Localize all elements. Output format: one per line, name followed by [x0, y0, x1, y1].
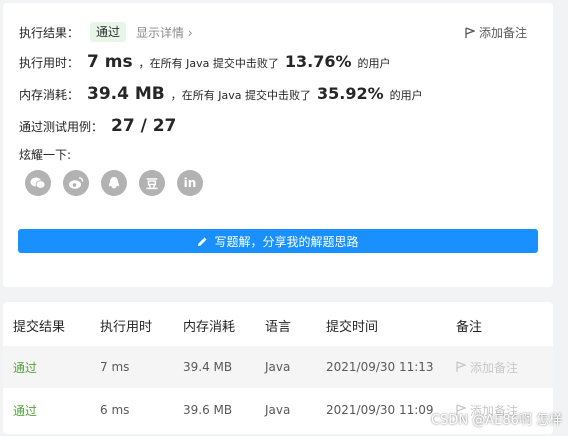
tests-value: 27 / 27	[111, 116, 177, 136]
status-badge: 通过	[90, 22, 127, 42]
table-header: 提交结果 执行用时 内存消耗 语言 提交时间 备注	[3, 304, 553, 346]
runtime-percent: 13.76%	[284, 52, 352, 71]
result-label: 执行结果：	[19, 26, 80, 40]
row-time: 2021/09/30 11:13	[326, 360, 434, 374]
linkedin-icon[interactable]: in	[177, 170, 203, 196]
header-memory: 内存消耗	[183, 319, 236, 335]
watermark: CSDN @AE86啊 怎样	[431, 413, 562, 428]
row-time: 2021/09/30 11:09	[326, 403, 434, 417]
show-details-link[interactable]: 显示详情 ›	[136, 24, 193, 41]
row-language: Java	[265, 403, 291, 417]
table-row[interactable]: 通过 7 ms 39.4 MB Java 2021/09/30 11:13 添加…	[3, 346, 553, 388]
row-status[interactable]: 通过	[13, 402, 37, 419]
runtime-label: 执行用时：	[19, 56, 80, 70]
row-memory: 39.4 MB	[183, 360, 233, 374]
header-status: 提交结果	[13, 319, 66, 335]
runtime-value: 7 ms	[87, 52, 133, 72]
row-status[interactable]: 通过	[13, 359, 37, 376]
add-note-label: 添加备注	[478, 26, 527, 40]
weibo-icon[interactable]	[63, 170, 89, 196]
tests-row: 通过测试用例： 27 / 27	[19, 116, 182, 136]
write-solution-button[interactable]: 写题解，分享我的解题思路	[18, 229, 538, 253]
write-solution-label: 写题解，分享我的解题思路	[214, 234, 359, 249]
memory-row: 内存消耗： 39.4 MB ，在所有 Java 提交中击败了 35.92% 的用…	[19, 84, 423, 104]
row-runtime: 6 ms	[100, 403, 130, 417]
row-add-note-button[interactable]: 添加备注	[456, 359, 518, 376]
runtime-beat-suffix: 的用户	[357, 57, 391, 70]
runtime-beat-prefix: ，在所有 Java 提交中击败了	[138, 57, 279, 70]
memory-beat-suffix: 的用户	[389, 89, 423, 102]
row-runtime: 7 ms	[100, 360, 130, 374]
header-language: 语言	[265, 319, 292, 335]
douban-icon[interactable]: 豆	[139, 170, 165, 196]
memory-label: 内存消耗：	[19, 88, 80, 102]
memory-value: 39.4 MB	[87, 84, 165, 104]
flag-icon	[465, 26, 475, 38]
pencil-icon	[198, 237, 207, 246]
wechat-icon[interactable]	[25, 170, 51, 196]
header-runtime: 执行用时	[100, 319, 153, 335]
qq-icon[interactable]	[101, 170, 127, 196]
add-note-button[interactable]: 添加备注	[465, 24, 527, 41]
memory-beat-prefix: ，在所有 Java 提交中击败了	[170, 89, 311, 102]
row-note-label: 添加备注	[470, 360, 519, 375]
runtime-row: 执行用时： 7 ms ，在所有 Java 提交中击败了 13.76% 的用户	[19, 52, 390, 72]
flag-icon	[456, 361, 466, 372]
header-time: 提交时间	[326, 319, 379, 335]
row-language: Java	[265, 360, 291, 374]
share-icons: 豆 in	[25, 170, 203, 196]
header-note: 备注	[456, 319, 483, 335]
row-memory: 39.6 MB	[183, 403, 233, 417]
result-card: 执行结果： 通过 显示详情 › 添加备注 执行用时： 7 ms ，在所有 Jav…	[3, 3, 553, 287]
tests-label: 通过测试用例：	[19, 120, 104, 134]
share-label: 炫耀一下:	[19, 148, 72, 162]
memory-percent: 35.92%	[317, 84, 384, 103]
